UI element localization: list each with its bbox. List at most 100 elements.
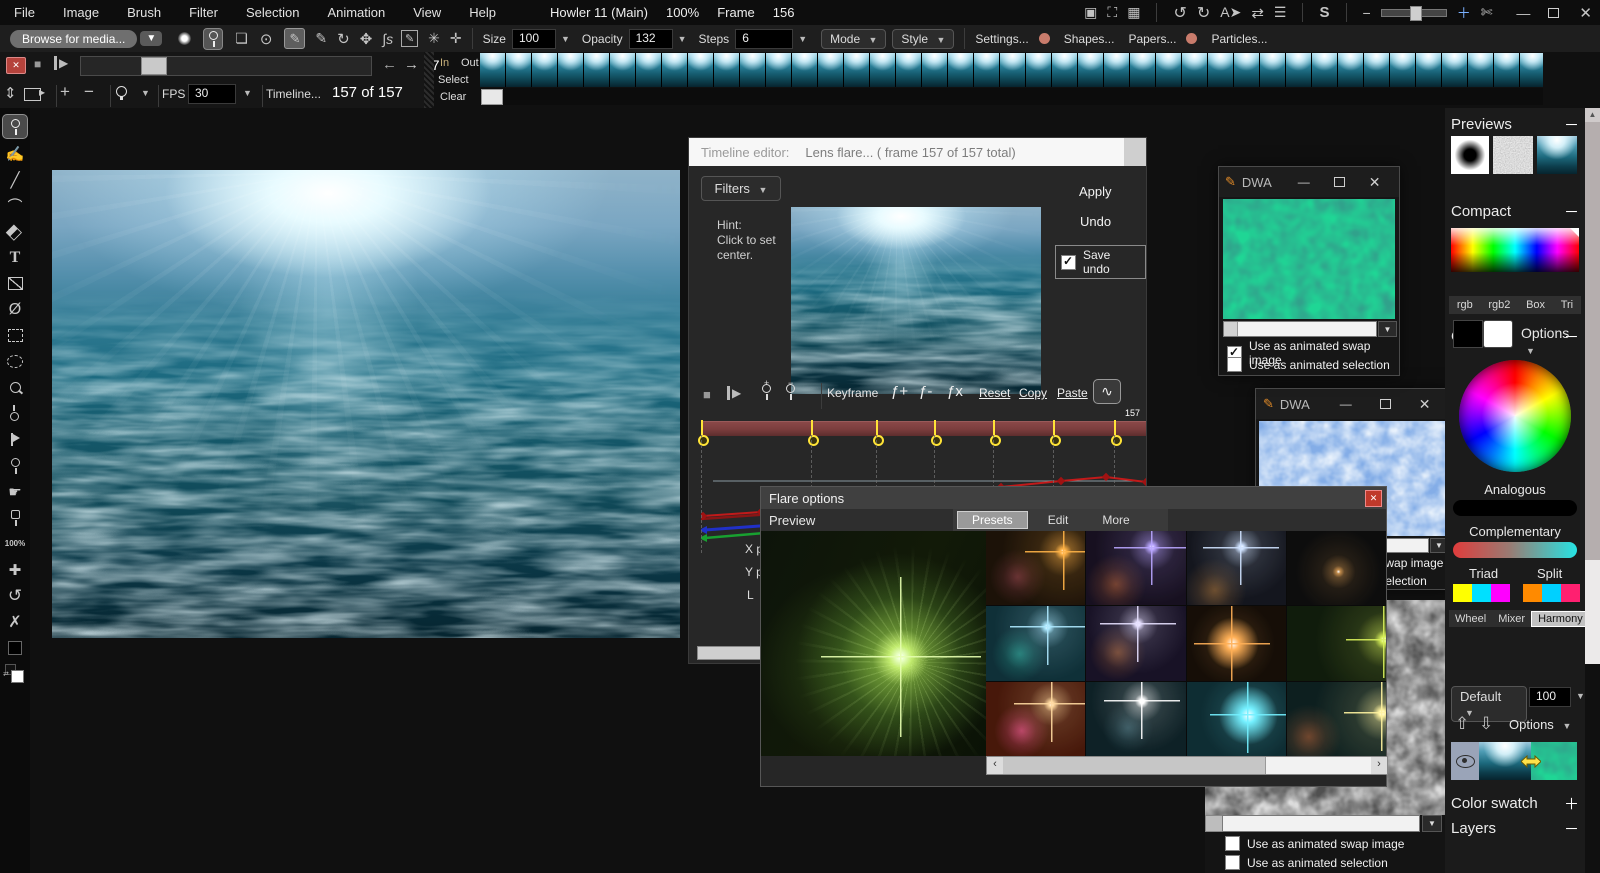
chevron-down-icon[interactable]: ▼ bbox=[798, 34, 807, 44]
flare-preset[interactable] bbox=[1086, 606, 1185, 680]
filters-dropdown[interactable]: Filters ▼ bbox=[701, 176, 781, 201]
chevron-down-icon[interactable]: ▼ bbox=[1422, 815, 1442, 832]
film-frame[interactable] bbox=[844, 53, 870, 87]
key-add-button[interactable]: ƒ+ bbox=[891, 383, 908, 400]
close-button[interactable]: ✕ bbox=[1579, 4, 1592, 22]
menu-file[interactable]: File bbox=[0, 5, 49, 20]
film-frame[interactable] bbox=[792, 53, 818, 87]
papers-button[interactable]: Papers... bbox=[1128, 32, 1176, 46]
film-frame[interactable] bbox=[480, 53, 506, 87]
film-frame[interactable] bbox=[610, 53, 636, 87]
film-frame[interactable] bbox=[896, 53, 922, 87]
paper-preview-icon[interactable] bbox=[1039, 33, 1050, 44]
checkbox-icon[interactable] bbox=[1227, 357, 1242, 372]
undo-button[interactable]: Undo bbox=[1080, 214, 1111, 229]
clear-button[interactable]: Clear bbox=[440, 91, 466, 103]
analogous-bar[interactable] bbox=[1453, 500, 1577, 516]
stop-button[interactable]: ■ bbox=[34, 57, 41, 71]
flag-tool[interactable] bbox=[3, 428, 27, 451]
flare-preset[interactable] bbox=[1187, 606, 1286, 680]
dwa-titlebar[interactable]: ✎ DWA — ✕ bbox=[1219, 167, 1399, 197]
tab-tri[interactable]: Tri bbox=[1555, 298, 1579, 312]
restore-button[interactable] bbox=[1548, 8, 1559, 18]
filmstrip-scrollbar[interactable] bbox=[480, 88, 1543, 105]
menu-image[interactable]: Image bbox=[49, 5, 113, 20]
foreground-swatch[interactable] bbox=[3, 636, 27, 659]
film-frame[interactable] bbox=[870, 53, 896, 87]
next-frame-icon[interactable]: → bbox=[404, 56, 419, 73]
style-dropdown[interactable]: Style ▼ bbox=[892, 29, 954, 49]
browse-media-dropdown[interactable]: ▼ bbox=[140, 31, 162, 46]
undo-icon[interactable]: ↺ bbox=[1173, 3, 1186, 23]
tab-edit[interactable]: Edit bbox=[1034, 512, 1083, 528]
menu-help[interactable]: Help bbox=[455, 5, 510, 20]
swap-link-arrow-icon[interactable] bbox=[1521, 755, 1541, 768]
chevron-down-icon[interactable]: ▼ bbox=[243, 88, 252, 98]
close-button[interactable]: ✕ bbox=[1419, 396, 1431, 413]
pan-tool[interactable]: ✚ bbox=[3, 558, 27, 581]
rect-select-tool[interactable] bbox=[3, 324, 27, 347]
save-undo-checkbox[interactable]: Save undo bbox=[1055, 245, 1146, 279]
selection-checkbox[interactable]: Use as animated selection bbox=[1227, 357, 1390, 372]
split-swatches[interactable] bbox=[1523, 584, 1580, 602]
film-frame[interactable] bbox=[1494, 53, 1520, 87]
film-frame[interactable] bbox=[974, 53, 1000, 87]
keyframe-add-pin-button[interactable]: + bbox=[761, 384, 772, 403]
tab-box[interactable]: Box bbox=[1520, 298, 1551, 312]
menu-animation[interactable]: Animation bbox=[313, 5, 399, 20]
out-button[interactable]: Out bbox=[461, 57, 479, 69]
tab-rgb2[interactable]: rgb2 bbox=[1482, 298, 1516, 312]
film-frame[interactable] bbox=[1312, 53, 1338, 87]
film-frame[interactable] bbox=[1286, 53, 1312, 87]
tab-harmony[interactable]: Harmony bbox=[1531, 611, 1590, 627]
eye-dropper-icon[interactable]: ⊙ bbox=[260, 30, 273, 48]
film-frame[interactable] bbox=[1234, 53, 1260, 87]
move-anchor-icon[interactable]: ✥ bbox=[360, 30, 373, 48]
film-frame[interactable] bbox=[1000, 53, 1026, 87]
layer-visibility-toggle[interactable] bbox=[1451, 742, 1479, 780]
zoom-slider-handle[interactable] bbox=[1410, 6, 1422, 21]
film-frame[interactable] bbox=[1156, 53, 1182, 87]
panel-scrollbar[interactable]: ▲ bbox=[1585, 108, 1600, 560]
film-frame[interactable] bbox=[636, 53, 662, 87]
text-arrow-icon[interactable]: A➤ bbox=[1220, 4, 1241, 21]
color-wheel[interactable] bbox=[1459, 360, 1571, 472]
film-frame[interactable] bbox=[1208, 53, 1234, 87]
soft-brush-icon[interactable] bbox=[178, 32, 191, 45]
swap-icon[interactable]: ⇄ bbox=[1251, 4, 1264, 22]
settings-button[interactable]: Settings... bbox=[975, 32, 1028, 46]
film-frame[interactable] bbox=[584, 53, 610, 87]
ellipse-select-tool[interactable] bbox=[3, 350, 27, 373]
timeline-editor-titlebar[interactable]: Timeline editor: Lens flare... ( frame 1… bbox=[689, 138, 1146, 166]
menu-selection[interactable]: Selection bbox=[232, 5, 313, 20]
pen-tool[interactable] bbox=[2, 114, 28, 139]
cut-tool-icon[interactable]: ✄ bbox=[1481, 4, 1493, 21]
close-animation-button[interactable]: ✕ bbox=[6, 57, 26, 74]
expand-icon[interactable]: ＋ bbox=[1564, 793, 1579, 814]
scroll-left-icon[interactable]: ‹ bbox=[987, 757, 1003, 774]
color-swatch-header[interactable]: Color swatch＋ bbox=[1445, 793, 1585, 814]
film-frame[interactable] bbox=[1104, 53, 1130, 87]
play-button[interactable]: ▶ bbox=[54, 56, 68, 70]
prev-frame-icon[interactable]: ← bbox=[382, 56, 397, 73]
pencil-icon[interactable]: ✎ bbox=[315, 30, 327, 47]
pin-up-tool[interactable] bbox=[3, 402, 27, 425]
chevron-down-icon[interactable]: ▼ bbox=[1576, 691, 1585, 701]
smooth-stroke-icon[interactable]: ∫s bbox=[382, 31, 393, 47]
star-tool[interactable]: ✗ bbox=[3, 610, 27, 633]
film-frame[interactable] bbox=[1052, 53, 1078, 87]
minimize-button[interactable]: — bbox=[1340, 397, 1352, 411]
menu-view[interactable]: View bbox=[399, 5, 455, 20]
film-frame[interactable] bbox=[740, 53, 766, 87]
zoom-100-tool[interactable]: 100% bbox=[3, 532, 27, 555]
paper-preview-icon[interactable] bbox=[1186, 33, 1197, 44]
mode-dropdown[interactable]: Mode ▼ bbox=[821, 29, 886, 49]
paper-preview-thumb[interactable] bbox=[1493, 136, 1533, 174]
flare-preset[interactable] bbox=[1086, 682, 1185, 756]
scroll-right-icon[interactable]: › bbox=[1371, 757, 1387, 774]
film-frame[interactable] bbox=[688, 53, 714, 87]
crop-icon[interactable]: ▦ bbox=[1127, 4, 1140, 21]
kf-stop-button[interactable]: ■ bbox=[703, 387, 711, 402]
layers-options-dropdown[interactable]: Options ▼ bbox=[1509, 717, 1571, 732]
selection-checkbox[interactable]: Use as animated selection bbox=[1225, 855, 1388, 870]
